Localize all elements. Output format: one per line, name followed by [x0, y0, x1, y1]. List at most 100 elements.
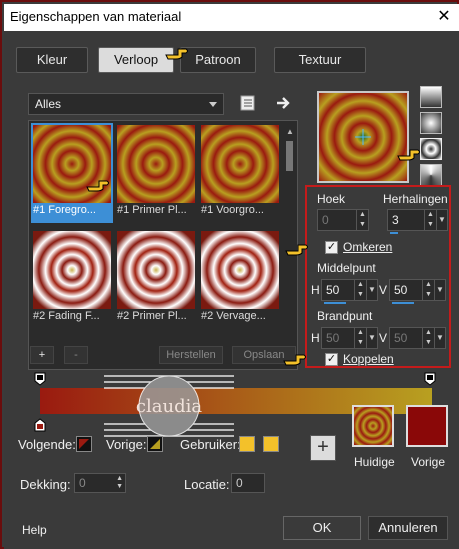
spin-arrows-icon[interactable]: ▲ ▼	[422, 328, 434, 348]
invert-label: Omkeren	[343, 240, 393, 254]
previous-label: Vorige	[411, 455, 446, 469]
sunburst-style-icon[interactable]	[420, 138, 442, 160]
dialog-window: Eigenschappen van materiaal ✕ Kleur Verl…	[0, 0, 459, 549]
spin-arrows-icon[interactable]: ▲ ▼	[354, 280, 366, 300]
tab-kleur[interactable]: Kleur	[16, 47, 88, 73]
chevron-down-icon[interactable]: ▼	[434, 327, 446, 349]
gallery-thumbnail	[117, 125, 195, 203]
prev-label: Vorige:	[106, 437, 147, 452]
center-h-value: 50	[326, 283, 340, 297]
center-point-icon	[355, 129, 371, 145]
rectangular-style-icon[interactable]	[420, 112, 442, 134]
center-h-spinbox[interactable]: 50 ▲ ▼ ▼	[321, 279, 378, 304]
category-dropdown-value: Alles	[35, 97, 62, 111]
angle-spinbox[interactable]: 0 ▲ ▼	[317, 209, 369, 231]
gallery-thumbnail	[33, 231, 111, 309]
gallery-caption: #1 Voorgro...	[201, 204, 264, 216]
link-label: Koppelen	[343, 352, 394, 366]
spin-arrows-icon[interactable]: ▲ ▼	[424, 210, 436, 230]
opacity-label: Dekking:	[20, 477, 71, 492]
gallery-item[interactable]: #2 Primer Pl...	[115, 229, 197, 329]
gallery-item[interactable]: #1 Foregro...	[31, 123, 113, 223]
user-swatch-2[interactable]	[263, 436, 279, 452]
chevron-down-icon[interactable]: ▼	[366, 327, 378, 349]
remove-gradient-button[interactable]: -	[64, 346, 88, 364]
user-label: Gebruiker:	[180, 437, 241, 452]
cancel-button[interactable]: Annuleren	[368, 516, 448, 540]
repeats-value: 3	[392, 213, 399, 227]
pointer-hand-icon	[285, 244, 308, 256]
focal-v-spinbox[interactable]: 50 ▲ ▼ ▼	[389, 327, 446, 349]
gallery-thumbnail	[117, 231, 195, 309]
gallery-caption: #2 Primer Pl...	[117, 310, 187, 322]
focal-h-label: H	[311, 331, 320, 345]
location-label: Locatie:	[184, 477, 230, 492]
repeats-spinbox[interactable]: 3 ▲ ▼ ▼	[387, 209, 448, 234]
gradient-preview[interactable]	[317, 91, 409, 183]
tab-patroon[interactable]: Patroon	[180, 47, 256, 73]
category-dropdown[interactable]: Alles	[28, 93, 224, 115]
angle-label: Hoek	[317, 192, 346, 206]
center-h-slider-bar	[324, 302, 346, 304]
window-title: Eigenschappen van materiaal	[10, 9, 182, 24]
gallery-item[interactable]: #1 Voorgro...	[199, 123, 281, 223]
spin-arrows-icon[interactable]: ▲ ▼	[356, 210, 368, 230]
user-swatch-1[interactable]	[239, 436, 255, 452]
location-value: 0	[236, 476, 243, 490]
scroll-up-icon[interactable]: ▲	[286, 127, 294, 136]
angle-value: 0	[322, 213, 329, 227]
spin-arrows-icon[interactable]: ▲ ▼	[422, 280, 434, 300]
location-field[interactable]: 0	[231, 473, 265, 493]
link-checkbox[interactable]: ✓	[325, 353, 338, 366]
chevron-down-icon[interactable]: ▼	[436, 209, 448, 231]
notebook-icon[interactable]	[238, 93, 258, 113]
repeats-slider-bar	[390, 232, 398, 234]
opacity-field[interactable]: 0 ▲ ▼	[74, 473, 126, 493]
invert-checkbox[interactable]: ✓	[325, 241, 338, 254]
pointer-hand-icon	[165, 48, 188, 60]
restore-button[interactable]: Herstellen	[159, 346, 223, 364]
focal-h-spinbox[interactable]: 50 ▲ ▼ ▼	[321, 327, 378, 349]
close-button[interactable]: ✕	[435, 8, 453, 26]
pointer-hand-icon	[86, 180, 109, 192]
chevron-down-icon[interactable]: ▼	[366, 279, 378, 301]
linear-style-icon[interactable]	[420, 86, 442, 108]
scroll-thumb[interactable]	[286, 141, 293, 171]
current-preview[interactable]	[352, 405, 394, 447]
chevron-down-icon[interactable]: ▼	[434, 279, 446, 301]
claudia-watermark-logo: claudia	[104, 375, 234, 437]
bottom-left-stop-icon[interactable]	[34, 418, 46, 432]
add-color-button[interactable]: +	[310, 435, 336, 461]
tab-verloop[interactable]: Verloop	[98, 47, 174, 73]
gallery-caption: #2 Fading F...	[33, 310, 100, 322]
center-v-spinbox[interactable]: 50 ▲ ▼ ▼	[389, 279, 446, 304]
radial-style-icon[interactable]	[420, 164, 442, 186]
previous-preview[interactable]	[406, 405, 448, 447]
next-swatch[interactable]	[76, 436, 92, 452]
gallery-item[interactable]: #1 Primer Pl...	[115, 123, 197, 223]
focal-v-label: V	[379, 331, 388, 345]
tab-textuur[interactable]: Textuur	[274, 47, 366, 73]
gradient-gallery: #1 Foregro... #1 Primer Pl... #1 Voorgro…	[28, 120, 298, 370]
prev-swatch[interactable]	[147, 436, 163, 452]
ok-button[interactable]: OK	[283, 516, 361, 540]
center-h-label: H	[311, 283, 320, 297]
gallery-item[interactable]: #2 Vervage...	[199, 229, 281, 329]
center-label: Middelpunt	[317, 261, 376, 275]
center-v-slider-bar	[392, 302, 414, 304]
gallery-item[interactable]: #2 Fading F...	[31, 229, 113, 329]
focal-v-value: 50	[394, 331, 408, 345]
spin-arrows-icon[interactable]: ▲ ▼	[116, 475, 123, 491]
spin-arrows-icon[interactable]: ▲ ▼	[354, 328, 366, 348]
add-gradient-button[interactable]: +	[30, 346, 54, 364]
current-preview-image	[354, 407, 392, 445]
opacity-value: 0	[79, 476, 86, 490]
top-right-stop-icon[interactable]	[424, 372, 436, 386]
focal-label: Brandpunt	[317, 309, 373, 323]
repeats-label: Herhalingen	[383, 192, 448, 206]
help-link[interactable]: Help	[22, 523, 47, 537]
top-left-stop-icon[interactable]	[34, 372, 46, 386]
next-label: Volgende:	[18, 437, 76, 452]
arrow-right-icon[interactable]	[274, 93, 294, 113]
tab-bar: Kleur Verloop Patroon Textuur	[16, 47, 446, 73]
